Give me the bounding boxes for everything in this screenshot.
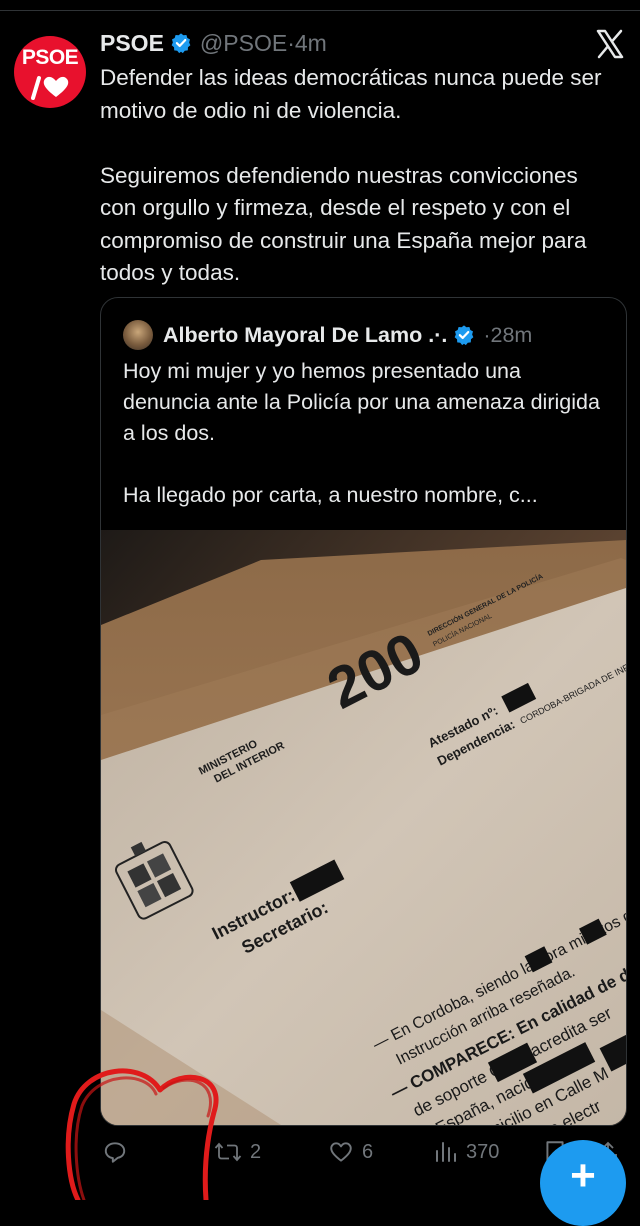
compose-plus-label: + bbox=[570, 1151, 596, 1200]
verified-badge-icon bbox=[171, 33, 191, 54]
top-divider bbox=[0, 0, 640, 11]
reply-button[interactable] bbox=[102, 1132, 136, 1172]
quoted-author-avatar bbox=[123, 320, 153, 350]
post-header: PSOE @PSOE·4m bbox=[100, 28, 327, 58]
views-chart-icon bbox=[436, 1142, 456, 1162]
police-document-photo[interactable]: MINISTERIO DEL INTERIOR 200 DIRECCIÓN GE… bbox=[101, 530, 626, 1125]
quoted-post-header: Alberto Mayoral De Lamo .·. ·28m bbox=[123, 320, 532, 350]
psoe-avatar[interactable]: PSOE bbox=[14, 36, 86, 108]
quoted-paragraph: Ha llegado por carta, a nuestro nombre, … bbox=[123, 483, 538, 507]
quoted-paragraph: Hoy mi mujer y yo hemos presentado una d… bbox=[123, 359, 600, 445]
repost-count: 2 bbox=[250, 1140, 262, 1163]
x-logo-icon bbox=[596, 29, 624, 59]
avatar-logo-text: PSOE bbox=[21, 46, 79, 69]
verified-badge-icon bbox=[454, 325, 474, 346]
handle-text: @PSOE bbox=[199, 29, 288, 56]
quoted-author-name: Alberto Mayoral De Lamo .·. bbox=[163, 322, 448, 347]
like-count: 6 bbox=[362, 1140, 374, 1163]
quoted-time-text: 28m bbox=[490, 322, 533, 347]
repost-icon bbox=[214, 1142, 242, 1162]
heart-icon bbox=[330, 1142, 352, 1162]
post-paragraph: Defender las ideas democráticas nunca pu… bbox=[100, 65, 602, 123]
views-button[interactable]: 370 bbox=[434, 1132, 499, 1172]
quoted-post-time: ·28m bbox=[483, 322, 533, 347]
logo-heart-icon bbox=[31, 76, 69, 100]
post-paragraph: Seguiremos defendiendo nuestras convicci… bbox=[100, 162, 587, 286]
views-count: 370 bbox=[466, 1140, 500, 1163]
compose-post-button[interactable]: + bbox=[540, 1140, 626, 1226]
repost-button[interactable]: 2 bbox=[214, 1132, 261, 1172]
like-button[interactable]: 6 bbox=[328, 1132, 373, 1172]
post-text: Defender las ideas democráticas nunca pu… bbox=[100, 62, 620, 290]
quoted-post-text: Hoy mi mujer y yo hemos presentado una d… bbox=[123, 356, 613, 511]
quoted-post-card[interactable]: Alberto Mayoral De Lamo .·. ·28m Hoy mi … bbox=[100, 297, 627, 1126]
post-time: 4m bbox=[294, 29, 327, 56]
reply-icon bbox=[104, 1142, 126, 1163]
author-name[interactable]: PSOE bbox=[100, 30, 164, 57]
author-handle[interactable]: @PSOE·4m bbox=[200, 30, 327, 57]
